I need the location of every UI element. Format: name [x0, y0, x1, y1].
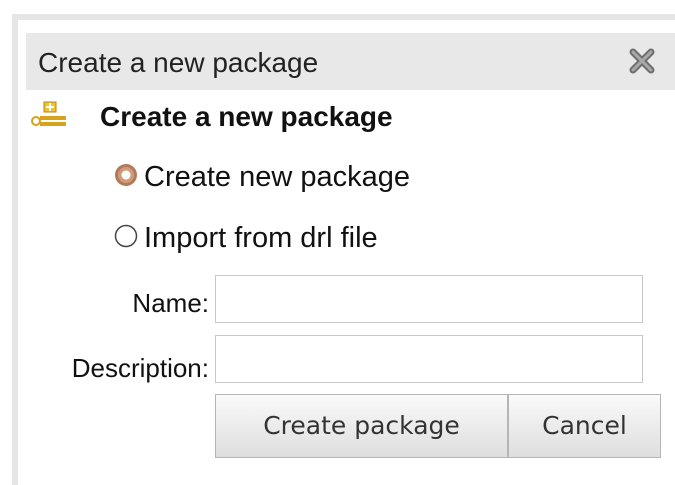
- close-icon[interactable]: [626, 45, 658, 77]
- option-label: Create new package: [144, 161, 410, 193]
- create-package-button[interactable]: Create package: [215, 394, 508, 458]
- dialog-title: Create a new package: [38, 47, 319, 78]
- option-label: Import from drl file: [144, 222, 378, 254]
- package-icon: [30, 100, 70, 132]
- description-field[interactable]: [215, 335, 643, 383]
- name-label: Name:: [132, 288, 209, 318]
- dialog-titlebar[interactable]: Create a new package: [26, 33, 675, 90]
- radio-unselected[interactable]: [114, 224, 138, 248]
- description-label: Description:: [71, 353, 209, 383]
- radio-selected[interactable]: [114, 163, 138, 187]
- heading-title: Create a new package: [100, 101, 393, 132]
- option-import-drl[interactable]: Import from drl file: [114, 218, 614, 258]
- create-package-dialog: Create a new package Create a new packag…: [18, 20, 675, 485]
- option-create-new-package[interactable]: Create new package: [114, 157, 614, 197]
- dialog-heading: Create a new package: [30, 96, 650, 136]
- name-field[interactable]: [215, 275, 643, 323]
- cancel-button[interactable]: Cancel: [508, 394, 661, 458]
